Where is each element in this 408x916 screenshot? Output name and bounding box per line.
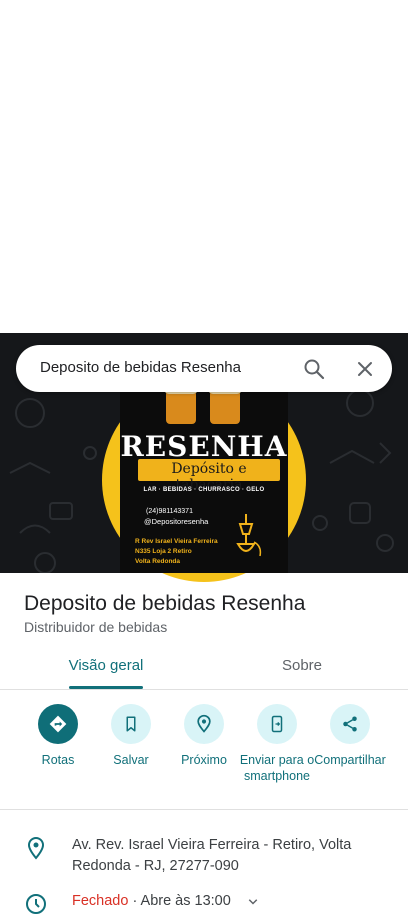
share-label: Compartilhar (314, 753, 386, 767)
place-address[interactable]: Av. Rev. Israel Vieira Ferreira - Retiro… (72, 835, 372, 877)
logo-address-line: R Rev Israel Vieira Ferreira (135, 538, 218, 545)
share-icon[interactable] (330, 704, 370, 744)
save-label: Salvar (113, 753, 149, 767)
chevron-down-icon[interactable] (244, 893, 262, 911)
logo-tagline: LAR · BEBIDAS · CHURRASCO · GELO (143, 487, 265, 493)
location-pin-icon (27, 837, 45, 860)
divider (0, 809, 408, 810)
hookah-icon (236, 514, 262, 557)
hours-next-open: · Abre às 13:00 (128, 893, 231, 909)
divider (0, 689, 408, 690)
search-icon[interactable] (302, 357, 326, 381)
tab-about[interactable]: Sobre (256, 657, 348, 689)
logo-address-line: Volta Redonda (135, 558, 181, 565)
logo-instagram: @Depositoresenha (144, 517, 209, 526)
logo-phone: (24)981143371 (146, 508, 193, 515)
place-title: Deposito de bebidas Resenha (24, 592, 306, 615)
share-button[interactable]: Compartilhar (310, 704, 390, 768)
directions-button[interactable]: Rotas (18, 704, 98, 768)
clock-icon (26, 894, 46, 914)
place-category[interactable]: Distribuidor de bebidas (24, 619, 167, 635)
directions-icon[interactable] (38, 704, 78, 744)
search-input[interactable]: Deposito de bebidas Resenha (40, 359, 241, 376)
send-to-phone-icon[interactable] (257, 704, 297, 744)
nearby-icon[interactable] (184, 704, 224, 744)
logo-address-line: N335 Loja 2 Retiro (135, 548, 192, 555)
map-area[interactable] (0, 0, 408, 333)
bookmark-icon[interactable] (111, 704, 151, 744)
opening-hours[interactable]: Fechado · Abre às 13:00 (72, 893, 231, 909)
directions-label: Rotas (41, 753, 75, 767)
tab-overview[interactable]: Visão geral (60, 657, 152, 689)
nearby-button[interactable]: Próximo (164, 704, 244, 768)
send-to-phone-label: Enviar para o smartphone (239, 753, 315, 783)
hours-status: Fechado (72, 893, 129, 909)
send-to-phone-button[interactable]: Enviar para o smartphone (237, 704, 317, 784)
save-button[interactable]: Salvar (91, 704, 171, 768)
nearby-label: Próximo (181, 753, 227, 767)
close-icon[interactable] (353, 357, 377, 381)
search-bar[interactable]: Deposito de bebidas Resenha (16, 345, 392, 392)
logo-address: R Rev Israel Vieira Ferreira N335 Loja 2… (135, 537, 218, 567)
